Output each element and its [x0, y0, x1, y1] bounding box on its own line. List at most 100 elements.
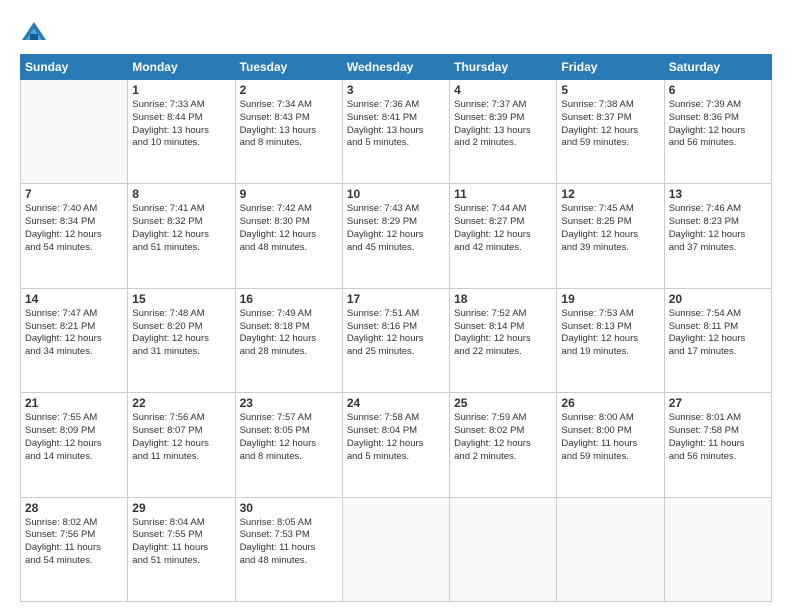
day-number: 21: [25, 396, 123, 410]
calendar-cell: 19Sunrise: 7:53 AM Sunset: 8:13 PM Dayli…: [557, 288, 664, 392]
day-info: Sunrise: 7:45 AM Sunset: 8:25 PM Dayligh…: [561, 203, 659, 254]
day-number: 30: [240, 501, 338, 515]
header: [20, 18, 772, 46]
calendar-cell: 7 Sunrise: 7:40 AM Sunset: 8:34 PM Daylig…: [21, 184, 128, 288]
day-number: 14: [25, 292, 123, 306]
day-info: Sunrise: 7:37 AM Sunset: 8:39 PM Dayligh…: [454, 99, 552, 150]
day-number: 17: [347, 292, 445, 306]
day-number: 27: [669, 396, 767, 410]
calendar-day-header: Saturday: [664, 55, 771, 80]
calendar-day-header: Monday: [128, 55, 235, 80]
calendar-day-header: Wednesday: [342, 55, 449, 80]
day-info: Sunrise: 7:33 AM Sunset: 8:44 PM Dayligh…: [132, 99, 230, 150]
day-number: 19: [561, 292, 659, 306]
calendar-cell: 25 Sunrise: 7:59 AM Sunset: 8:02 PM Dayli…: [450, 393, 557, 497]
calendar-cell: 4 Sunrise: 7:37 AM Sunset: 8:39 PM Daylig…: [450, 80, 557, 184]
day-info: Sunrise: 8:02 AM Sunset: 7:56 PM Dayligh…: [25, 517, 123, 568]
day-number: 7: [25, 187, 123, 201]
day-number: 22: [132, 396, 230, 410]
calendar-cell: 29Sunrise: 8:04 AM Sunset: 7:55 PM Dayli…: [128, 497, 235, 601]
day-info: Sunrise: 7:58 AM Sunset: 8:04 PM Dayligh…: [347, 412, 445, 463]
calendar-cell: 24 Sunrise: 7:58 AM Sunset: 8:04 PM Dayli…: [342, 393, 449, 497]
calendar-table: SundayMondayTuesdayWednesdayThursdayFrid…: [20, 54, 772, 602]
day-number: 10: [347, 187, 445, 201]
day-info: Sunrise: 7:39 AM Sunset: 8:36 PM Dayligh…: [669, 99, 767, 150]
calendar-cell: [450, 497, 557, 601]
calendar-cell: 6 Sunrise: 7:39 AM Sunset: 8:36 PM Daylig…: [664, 80, 771, 184]
calendar-cell: 17 Sunrise: 7:51 AM Sunset: 8:16 PM Dayli…: [342, 288, 449, 392]
day-info: Sunrise: 7:40 AM Sunset: 8:34 PM Dayligh…: [25, 203, 123, 254]
calendar-cell: [557, 497, 664, 601]
calendar-week-row: 21 Sunrise: 7:55 AM Sunset: 8:09 PM Dayli…: [21, 393, 772, 497]
day-info: Sunrise: 7:59 AM Sunset: 8:02 PM Dayligh…: [454, 412, 552, 463]
calendar-cell: [664, 497, 771, 601]
day-number: 1: [132, 83, 230, 97]
day-info: Sunrise: 7:43 AM Sunset: 8:29 PM Dayligh…: [347, 203, 445, 254]
day-info: Sunrise: 7:44 AM Sunset: 8:27 PM Dayligh…: [454, 203, 552, 254]
calendar-cell: [342, 497, 449, 601]
day-info: Sunrise: 7:55 AM Sunset: 8:09 PM Dayligh…: [25, 412, 123, 463]
day-number: 25: [454, 396, 552, 410]
day-info: Sunrise: 8:05 AM Sunset: 7:53 PM Dayligh…: [240, 517, 338, 568]
logo: [20, 18, 52, 46]
calendar-cell: 14 Sunrise: 7:47 AM Sunset: 8:21 PM Dayli…: [21, 288, 128, 392]
calendar-cell: 3 Sunrise: 7:36 AM Sunset: 8:41 PM Daylig…: [342, 80, 449, 184]
calendar-cell: [21, 80, 128, 184]
calendar-cell: 20 Sunrise: 7:54 AM Sunset: 8:11 PM Dayli…: [664, 288, 771, 392]
day-number: 18: [454, 292, 552, 306]
day-number: 28: [25, 501, 123, 515]
day-number: 8: [132, 187, 230, 201]
day-number: 5: [561, 83, 659, 97]
calendar-week-row: 7 Sunrise: 7:40 AM Sunset: 8:34 PM Daylig…: [21, 184, 772, 288]
calendar-cell: 26 Sunrise: 8:00 AM Sunset: 8:00 PM Dayli…: [557, 393, 664, 497]
calendar-cell: 21 Sunrise: 7:55 AM Sunset: 8:09 PM Dayli…: [21, 393, 128, 497]
day-info: Sunrise: 7:56 AM Sunset: 8:07 PM Dayligh…: [132, 412, 230, 463]
day-number: 2: [240, 83, 338, 97]
calendar-day-header: Sunday: [21, 55, 128, 80]
day-number: 20: [669, 292, 767, 306]
day-number: 26: [561, 396, 659, 410]
day-number: 6: [669, 83, 767, 97]
calendar-cell: 1 Sunrise: 7:33 AM Sunset: 8:44 PM Daylig…: [128, 80, 235, 184]
logo-icon: [20, 18, 48, 46]
calendar-cell: 23Sunrise: 7:57 AM Sunset: 8:05 PM Dayli…: [235, 393, 342, 497]
calendar-cell: 27 Sunrise: 8:01 AM Sunset: 7:58 PM Dayli…: [664, 393, 771, 497]
day-info: Sunrise: 8:01 AM Sunset: 7:58 PM Dayligh…: [669, 412, 767, 463]
calendar-cell: 8Sunrise: 7:41 AM Sunset: 8:32 PM Daylig…: [128, 184, 235, 288]
day-number: 15: [132, 292, 230, 306]
day-info: Sunrise: 7:57 AM Sunset: 8:05 PM Dayligh…: [240, 412, 338, 463]
calendar-cell: 18Sunrise: 7:52 AM Sunset: 8:14 PM Dayli…: [450, 288, 557, 392]
day-info: Sunrise: 7:47 AM Sunset: 8:21 PM Dayligh…: [25, 308, 123, 359]
day-info: Sunrise: 7:42 AM Sunset: 8:30 PM Dayligh…: [240, 203, 338, 254]
calendar-week-row: 28 Sunrise: 8:02 AM Sunset: 7:56 PM Dayli…: [21, 497, 772, 601]
calendar-cell: 2 Sunrise: 7:34 AM Sunset: 8:43 PM Daylig…: [235, 80, 342, 184]
day-info: Sunrise: 7:34 AM Sunset: 8:43 PM Dayligh…: [240, 99, 338, 150]
day-number: 24: [347, 396, 445, 410]
day-info: Sunrise: 7:36 AM Sunset: 8:41 PM Dayligh…: [347, 99, 445, 150]
day-number: 12: [561, 187, 659, 201]
calendar-cell: 12 Sunrise: 7:45 AM Sunset: 8:25 PM Dayli…: [557, 184, 664, 288]
calendar-cell: 5 Sunrise: 7:38 AM Sunset: 8:37 PM Daylig…: [557, 80, 664, 184]
calendar-day-header: Tuesday: [235, 55, 342, 80]
day-info: Sunrise: 7:54 AM Sunset: 8:11 PM Dayligh…: [669, 308, 767, 359]
day-number: 9: [240, 187, 338, 201]
day-number: 11: [454, 187, 552, 201]
day-number: 16: [240, 292, 338, 306]
calendar-cell: 10 Sunrise: 7:43 AM Sunset: 8:29 PM Dayli…: [342, 184, 449, 288]
day-number: 13: [669, 187, 767, 201]
calendar-cell: 22 Sunrise: 7:56 AM Sunset: 8:07 PM Dayli…: [128, 393, 235, 497]
day-number: 3: [347, 83, 445, 97]
day-info: Sunrise: 7:38 AM Sunset: 8:37 PM Dayligh…: [561, 99, 659, 150]
day-info: Sunrise: 7:46 AM Sunset: 8:23 PM Dayligh…: [669, 203, 767, 254]
calendar-cell: 28 Sunrise: 8:02 AM Sunset: 7:56 PM Dayli…: [21, 497, 128, 601]
day-number: 4: [454, 83, 552, 97]
day-info: Sunrise: 8:00 AM Sunset: 8:00 PM Dayligh…: [561, 412, 659, 463]
calendar-week-row: 1 Sunrise: 7:33 AM Sunset: 8:44 PM Daylig…: [21, 80, 772, 184]
calendar-cell: 30 Sunrise: 8:05 AM Sunset: 7:53 PM Dayli…: [235, 497, 342, 601]
day-info: Sunrise: 7:48 AM Sunset: 8:20 PM Dayligh…: [132, 308, 230, 359]
calendar-day-header: Thursday: [450, 55, 557, 80]
page: SundayMondayTuesdayWednesdayThursdayFrid…: [0, 0, 792, 612]
calendar-week-row: 14 Sunrise: 7:47 AM Sunset: 8:21 PM Dayli…: [21, 288, 772, 392]
calendar-header-row: SundayMondayTuesdayWednesdayThursdayFrid…: [21, 55, 772, 80]
day-info: Sunrise: 7:51 AM Sunset: 8:16 PM Dayligh…: [347, 308, 445, 359]
